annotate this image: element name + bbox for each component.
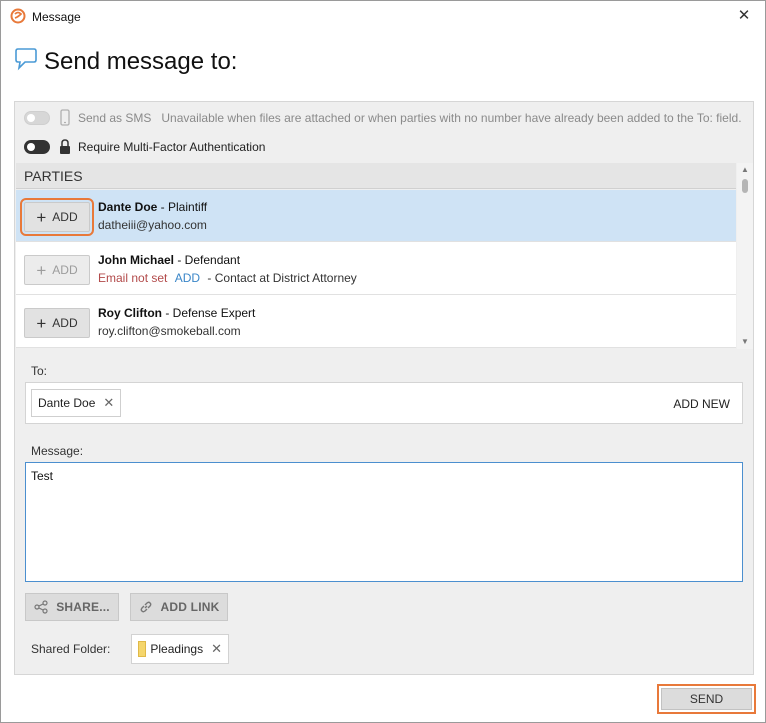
title-bar: Message ✕ <box>1 1 765 33</box>
party-row-dante-doe[interactable]: + ADD Dante Doe - Plaintiff datheiii@yah… <box>16 190 736 242</box>
scroll-down-icon[interactable]: ▼ <box>737 335 753 349</box>
share-icon <box>34 600 48 614</box>
remove-recipient-icon[interactable]: ✕ <box>103 395 114 411</box>
lock-icon <box>60 139 70 154</box>
recipient-chip: Dante Doe ✕ <box>31 389 122 417</box>
to-field[interactable]: Dante Doe ✕ ADD NEW <box>25 382 743 424</box>
parties-scrollbar[interactable]: ▲ ▼ <box>737 163 753 349</box>
message-window: Message ✕ Send message to: Send as SMS U… <box>0 0 766 723</box>
parties-list: + ADD Dante Doe - Plaintiff datheiii@yah… <box>16 190 736 348</box>
sms-unavailable-note: Unavailable when files are attached or w… <box>161 111 742 125</box>
mfa-toggle[interactable] <box>24 140 50 154</box>
sms-option: Send as SMS Unavailable when files are a… <box>24 108 742 128</box>
party-name: Dante Doe <box>98 200 158 214</box>
folder-icon <box>138 641 147 657</box>
sms-label: Send as SMS <box>78 111 152 125</box>
add-party-button[interactable]: + ADD <box>24 255 90 285</box>
parties-header: PARTIES <box>16 163 736 189</box>
party-contact-line: Email not set ADD - Contact at District … <box>98 271 357 285</box>
party-email: datheiii@yahoo.com <box>98 218 207 232</box>
party-name-line: Roy Clifton - Defense Expert <box>98 306 255 320</box>
phone-icon <box>60 109 70 126</box>
remove-folder-icon[interactable]: ✕ <box>211 641 222 657</box>
close-icon[interactable]: ✕ <box>733 5 755 27</box>
party-email: roy.clifton@smokeball.com <box>98 324 241 338</box>
shared-folder-name: Pleadings <box>150 642 204 656</box>
add-new-recipient-button[interactable]: ADD NEW <box>673 397 730 411</box>
party-extra-role: - Contact at District Attorney <box>207 271 357 285</box>
add-party-button[interactable]: + ADD <box>24 308 90 338</box>
add-link-label: ADD LINK <box>160 600 220 614</box>
scroll-up-icon[interactable]: ▲ <box>737 163 753 177</box>
add-email-link[interactable]: ADD <box>175 271 200 285</box>
share-label: SHARE... <box>56 600 110 614</box>
mfa-option: Require Multi-Factor Authentication <box>24 137 265 157</box>
party-role: - Defendant <box>174 253 241 267</box>
plus-icon: + <box>36 260 47 280</box>
link-icon <box>140 601 151 613</box>
plus-icon: + <box>36 313 47 333</box>
party-row-john-michael[interactable]: + ADD John Michael - Defendant Email not… <box>16 243 736 295</box>
add-party-button[interactable]: + ADD <box>20 198 94 236</box>
party-role: - Plaintiff <box>157 200 208 214</box>
send-button[interactable]: SEND <box>657 684 756 714</box>
recipient-name: Dante Doe <box>38 396 96 410</box>
message-input[interactable] <box>25 462 743 582</box>
message-label: Message: <box>31 444 84 458</box>
party-role: - Defense Expert <box>162 306 256 320</box>
sms-toggle[interactable] <box>24 111 50 125</box>
add-button-label: ADD <box>52 316 78 330</box>
party-name-line: Dante Doe - Plaintiff <box>98 200 207 214</box>
shared-folder-label: Shared Folder: <box>31 642 111 656</box>
email-not-set-text: Email not set <box>98 271 168 285</box>
plus-icon: + <box>36 207 47 227</box>
to-label: To: <box>31 364 48 378</box>
share-button[interactable]: SHARE... <box>25 593 119 621</box>
mfa-label: Require Multi-Factor Authentication <box>78 140 266 154</box>
page-title: Send message to: <box>44 48 238 75</box>
message-panel: Send as SMS Unavailable when files are a… <box>14 101 754 675</box>
add-button-label: ADD <box>52 263 78 277</box>
app-logo-icon <box>10 8 26 24</box>
party-name: Roy Clifton <box>98 306 162 320</box>
add-link-button[interactable]: ADD LINK <box>130 593 228 621</box>
party-name-line: John Michael - Defendant <box>98 253 240 267</box>
speech-bubble-icon <box>15 48 37 71</box>
shared-folder-chip[interactable]: Pleadings ✕ <box>131 634 229 664</box>
window-title: Message <box>32 10 81 24</box>
scroll-thumb[interactable] <box>742 179 748 193</box>
party-row-roy-clifton[interactable]: + ADD Roy Clifton - Defense Expert roy.c… <box>16 296 736 348</box>
add-button-label: ADD <box>52 210 78 224</box>
party-name: John Michael <box>98 253 175 267</box>
